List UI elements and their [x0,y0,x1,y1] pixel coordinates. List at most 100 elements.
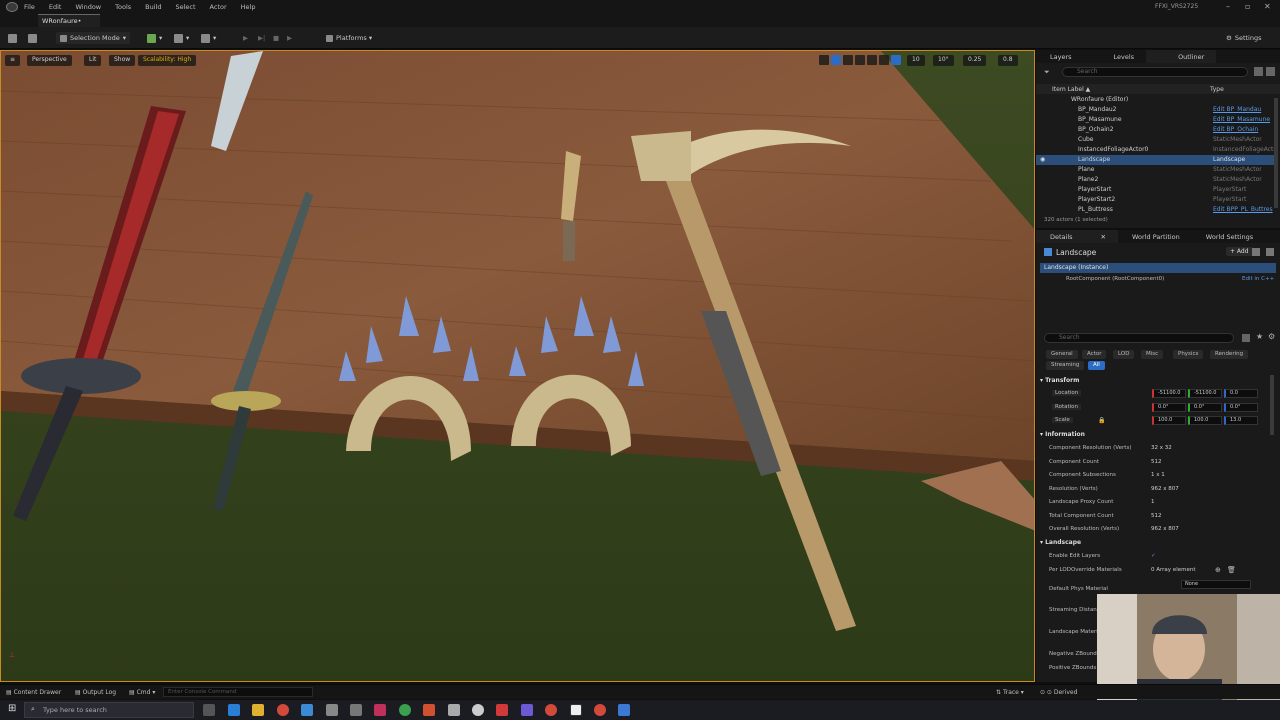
outliner-row[interactable]: Plane2 StaticMeshActor [1036,175,1274,185]
enable-edit-layers-checkbox[interactable]: ✓ [1151,553,1156,559]
chrome-icon[interactable] [594,704,606,716]
taskbar-search-input[interactable]: Type here to search [24,702,194,718]
app-icon[interactable] [301,704,313,716]
add-actor-icon[interactable]: ▾ [147,32,162,44]
edit-in-cpp-link[interactable]: Edit in C++ [1242,276,1274,282]
show-button[interactable]: Show [109,55,136,66]
outliner-settings-icon[interactable] [1266,67,1275,76]
app-icon[interactable] [423,704,435,716]
outliner-scrollbar[interactable] [1274,98,1278,208]
menu-edit[interactable]: Edit [49,3,62,11]
add-filter-icon[interactable] [1254,67,1263,76]
output-log-button[interactable]: ▤ Output Log [75,689,116,696]
tab-layers[interactable]: Layers [1036,50,1084,63]
outliner-row[interactable]: PlayerStart2 PlayerStart [1036,195,1274,205]
perspective-button[interactable]: Perspective [27,55,72,66]
blueprint-convert-icon[interactable] [1252,248,1260,256]
tab-world-partition[interactable]: World Partition [1118,230,1192,243]
lit-button[interactable]: Lit [84,55,102,66]
actor-name-field[interactable]: Landscape [1056,248,1096,257]
menu-actor[interactable]: Actor [210,3,227,11]
transform-section-header[interactable]: ▾ Transform [1040,377,1276,386]
app-icon[interactable] [326,704,338,716]
filter-general[interactable]: General [1046,350,1078,359]
task-view-icon[interactable] [203,704,215,716]
outliner-row[interactable]: Plane StaticMeshActor [1036,165,1274,175]
details-settings-icon[interactable] [1266,248,1274,256]
close-icon[interactable]: ✕ [1101,233,1106,241]
blueprint-icon[interactable]: ▾ [174,32,189,44]
grid-snap-icon[interactable] [891,55,901,65]
trace-button[interactable]: ⇅ Trace ▾ [996,689,1024,696]
outliner-row[interactable]: WRonfaure (Editor) [1036,95,1274,105]
filter-actor[interactable]: Actor [1082,350,1107,359]
details-scrollbar[interactable] [1270,375,1274,435]
world-local-icon[interactable] [867,55,877,65]
grid-snap-value[interactable]: 10 [907,55,925,66]
level-viewport[interactable]: ≡ Perspective Lit Show Scalability: High… [0,50,1035,682]
outliner-row[interactable]: PL_Buttress Edit BPP_PL_Buttres [1036,205,1274,215]
details-search-input[interactable]: Search [1044,333,1234,343]
outliner-row[interactable]: Cube StaticMeshActor [1036,135,1274,145]
menu-select[interactable]: Select [175,3,195,11]
visibility-eye-icon[interactable]: ◉ [1040,155,1045,165]
file-explorer-icon[interactable] [252,704,264,716]
menu-tools[interactable]: Tools [115,3,131,11]
app-icon[interactable] [374,704,386,716]
instance-row[interactable]: Landscape (Instance) [1040,263,1276,273]
menu-file[interactable]: File [24,3,35,11]
scale-icon[interactable] [855,55,865,65]
outliner-row[interactable]: BP_Mandau2 Edit BP_Mandau [1036,105,1274,115]
content-browser-icon[interactable] [28,32,40,44]
rotation-snap-value[interactable]: 10° [933,55,954,66]
item-label-column[interactable]: Item Label ▲ [1052,86,1090,93]
scale-snap-value[interactable]: 0.25 [963,55,987,66]
minimize-icon[interactable]: – [1226,2,1230,11]
settings-button[interactable]: ⚙ Settings [1226,32,1262,44]
stop-icon[interactable]: ■ [273,32,279,44]
landscape-section-header[interactable]: ▾ Landscape [1040,539,1276,548]
camera-speed-value[interactable]: 0.8 [998,55,1018,66]
simulate-icon[interactable]: ▶ [287,32,292,44]
maximize-icon[interactable]: ▫ [1245,2,1250,11]
tab-levels[interactable]: Levels [1084,50,1147,63]
step-icon[interactable]: ▶| [258,32,265,44]
add-component-button[interactable]: + Add [1226,247,1253,256]
outliner-row[interactable]: BP_Ochain2 Edit BP_Ochain [1036,125,1274,135]
derived-data-button[interactable]: ⊙ ⊙ Derived [1040,689,1077,696]
app-icon[interactable] [521,704,533,716]
unreal-engine-icon[interactable] [570,704,582,716]
type-column[interactable]: Type [1210,86,1224,93]
cinematics-icon[interactable]: ▾ [201,32,216,44]
surface-snap-icon[interactable] [879,55,889,65]
app-icon[interactable] [618,704,630,716]
rotate-icon[interactable] [843,55,853,65]
information-section-header[interactable]: ▾ Information [1040,431,1276,440]
select-mode-icon[interactable] [819,55,829,65]
tab-world-settings[interactable]: World Settings [1192,230,1265,243]
app-icon[interactable] [472,704,484,716]
scalability-warning[interactable]: Scalability: High [138,55,197,66]
gear-icon[interactable]: ⚙ [1268,332,1275,341]
cmd-dropdown[interactable]: ▤ Cmd ▾ [129,689,155,696]
outliner-row-selected[interactable]: ◉ Landscape Landscape [1036,155,1274,165]
windows-start-icon[interactable]: ⊞ [8,703,16,714]
filter-all[interactable]: All [1088,361,1105,370]
app-icon[interactable] [228,704,240,716]
outliner-row[interactable]: BP_Masamune Edit BP_Masamune [1036,115,1274,125]
root-component-row[interactable]: RootComponent (RootComponent0) [1066,276,1164,282]
console-input[interactable]: Enter Console Command [163,687,313,697]
menu-help[interactable]: Help [241,3,256,11]
app-icon[interactable] [448,704,460,716]
filter-physics[interactable]: Physics [1173,350,1204,359]
add-element-icon[interactable]: ⊕ [1215,566,1221,574]
outliner-row[interactable]: InstancedFoliageActor0 InstancedFoliageAc… [1036,145,1277,155]
translate-icon[interactable] [831,55,841,65]
lock-icon[interactable]: 🔒 [1098,417,1105,424]
close-icon[interactable]: ✕ [1264,2,1271,11]
app-icon[interactable] [350,704,362,716]
tab-outliner[interactable]: Outliner [1146,50,1217,63]
outliner-row[interactable]: PlayerStart PlayerStart [1036,185,1274,195]
tab-details[interactable]: Details ✕ [1036,230,1118,243]
trash-icon[interactable]: 🗑 [1227,566,1236,574]
